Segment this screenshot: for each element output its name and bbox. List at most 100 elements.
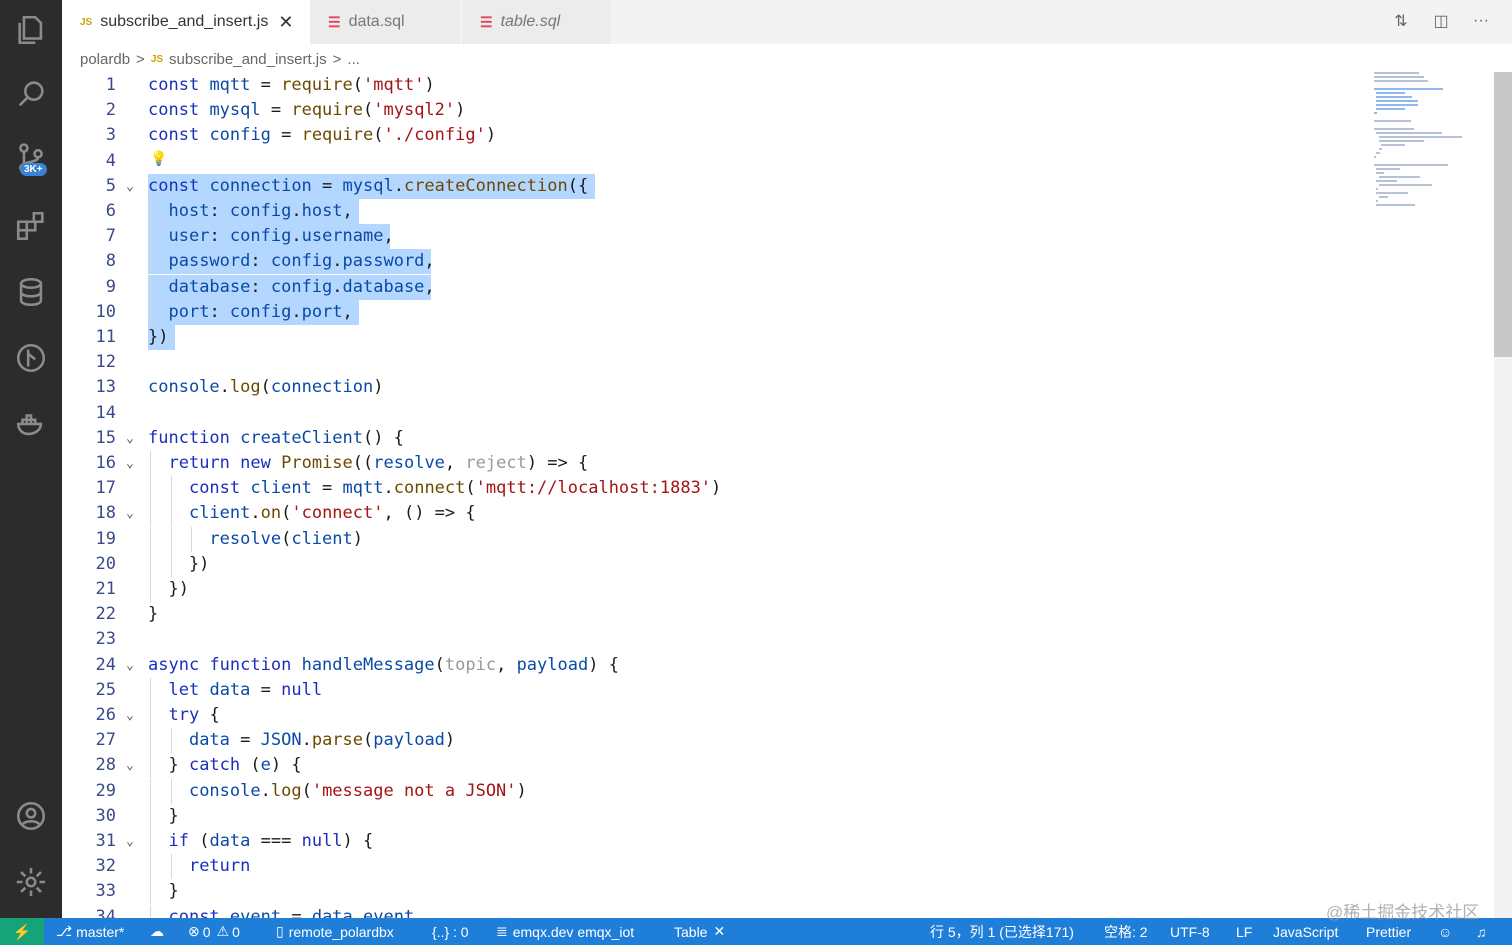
end-of-line[interactable]: LF bbox=[1236, 918, 1252, 945]
minimap-line bbox=[1374, 120, 1411, 122]
explorer-icon[interactable] bbox=[11, 10, 51, 50]
fold-chevron-icon[interactable]: ⌄ bbox=[126, 451, 134, 476]
fold-chevron-icon[interactable]: ⌄ bbox=[126, 829, 134, 854]
code-line[interactable]: 3 const config = require('./config') bbox=[62, 123, 1362, 148]
json-indicator[interactable]: {..} : 0 bbox=[432, 918, 469, 945]
code-line[interactable]: 11}) bbox=[62, 325, 1362, 350]
breadcrumb-folder[interactable]: polardb bbox=[80, 51, 130, 68]
code-line[interactable]: 17 const client = mqtt.connect('mqtt://l… bbox=[62, 476, 1362, 502]
remote-indicator-icon[interactable]: ⚡ bbox=[0, 918, 44, 945]
tab-subscribe-and-insert[interactable]: JS subscribe_and_insert.js ✕ bbox=[62, 0, 310, 44]
account-icon[interactable] bbox=[11, 796, 51, 836]
code-line[interactable]: 8 password: config.password, bbox=[62, 249, 1362, 275]
code-line[interactable]: 26 ⌄ try { bbox=[62, 703, 1362, 728]
code-line[interactable]: 15 ⌄ function createClient() { bbox=[62, 426, 1362, 451]
code-line[interactable]: 9 database: config.database, bbox=[62, 274, 1362, 300]
cursor-position[interactable]: 行 5，列 1 (已选择171) bbox=[930, 918, 1074, 945]
minimap-line bbox=[1378, 136, 1462, 138]
problems-indicator[interactable]: ⊗ 0 ⚠ 0 bbox=[188, 918, 240, 945]
code-text: let data = null bbox=[168, 679, 323, 700]
minimap-line bbox=[1376, 200, 1378, 202]
search-icon[interactable] bbox=[11, 74, 51, 114]
fold-chevron-icon[interactable]: ⌄ bbox=[126, 703, 134, 728]
docker-icon[interactable] bbox=[11, 404, 51, 444]
code-line[interactable]: 20 }) bbox=[62, 551, 1362, 577]
code-line[interactable]: 12 bbox=[62, 350, 1362, 375]
git-graph-icon[interactable] bbox=[11, 338, 51, 378]
sync-icon[interactable]: ☁ bbox=[150, 918, 164, 945]
code-line[interactable]: 10 port: config.port, bbox=[62, 299, 1362, 325]
tab-table-sql[interactable]: ☰ table.sql bbox=[462, 0, 610, 44]
line-number: 24 bbox=[95, 654, 116, 675]
compare-changes-icon[interactable]: ⇅ bbox=[1390, 10, 1412, 32]
more-actions-icon[interactable]: ··· bbox=[1470, 10, 1492, 32]
line-number: 3 bbox=[105, 125, 116, 146]
settings-gear-icon[interactable] bbox=[11, 862, 51, 902]
fold-chevron-icon[interactable]: ⌄ bbox=[126, 753, 134, 778]
code-line[interactable]: 7 user: config.username, bbox=[62, 224, 1362, 250]
indentation[interactable]: 空格: 2 bbox=[1104, 918, 1148, 945]
code-line[interactable]: 22} bbox=[62, 602, 1362, 627]
minimap-line bbox=[1376, 172, 1385, 174]
minimap-line bbox=[1374, 72, 1419, 74]
fold-chevron-icon[interactable]: ⌄ bbox=[126, 174, 134, 199]
code-line[interactable]: 34 const event = data.event bbox=[62, 904, 1362, 918]
code-text: return new Promise((resolve, reject) => … bbox=[168, 453, 589, 473]
tab-label: data.sql bbox=[348, 13, 405, 30]
line-number: 4 bbox=[105, 150, 116, 171]
code-line[interactable]: 29 console.log('message not a JSON') bbox=[62, 778, 1362, 804]
fold-chevron-icon[interactable]: ⌄ bbox=[126, 426, 134, 451]
code-line[interactable]: 28 ⌄ } catch (e) { bbox=[62, 753, 1362, 779]
code-line[interactable]: 14 bbox=[62, 401, 1362, 426]
extensions-icon[interactable] bbox=[11, 206, 51, 246]
code-line[interactable]: 33 } bbox=[62, 879, 1362, 905]
code-line[interactable]: 23 bbox=[62, 627, 1362, 652]
remote-connection[interactable]: ▯ remote_polardbx bbox=[276, 918, 394, 945]
line-number: 26 bbox=[95, 705, 116, 725]
code-line[interactable]: 2 const mysql = require('mysql2') bbox=[62, 98, 1362, 123]
line-number: 7 bbox=[105, 226, 116, 247]
code-line[interactable]: 30 } bbox=[62, 803, 1362, 829]
fold-chevron-icon[interactable]: ⌄ bbox=[126, 501, 134, 526]
breadcrumb-more[interactable]: ... bbox=[347, 51, 360, 68]
code-line[interactable]: 1 const mqtt = require('mqtt') bbox=[62, 73, 1362, 98]
code-line[interactable]: 6 host: config.host, bbox=[62, 199, 1362, 224]
code-line[interactable]: 32 return bbox=[62, 854, 1362, 880]
code-line[interactable]: 31 ⌄ if (data === null) { bbox=[62, 829, 1362, 854]
branch-indicator[interactable]: ⎇ master* bbox=[56, 918, 124, 945]
code-line[interactable]: 19 resolve(client) bbox=[62, 526, 1362, 552]
code-line[interactable]: 13 console.log(connection) bbox=[62, 375, 1362, 400]
code-line[interactable]: 21 }) bbox=[62, 577, 1362, 602]
line-number: 2 bbox=[105, 100, 116, 121]
breadcrumb-file[interactable]: subscribe_and_insert.js bbox=[169, 51, 327, 68]
database-icon[interactable] bbox=[11, 272, 51, 312]
code-line[interactable]: 27 data = JSON.parse(payload) bbox=[62, 728, 1362, 754]
encoding[interactable]: UTF-8 bbox=[1170, 918, 1210, 945]
split-editor-icon[interactable]: ◫ bbox=[1430, 10, 1452, 32]
tab-data-sql[interactable]: ☰ data.sql bbox=[310, 0, 460, 44]
code-line[interactable]: 25 let data = null bbox=[62, 677, 1362, 703]
code-editor[interactable]: 1 const mqtt = require('mqtt') 2 const mysq… bbox=[62, 72, 1492, 918]
close-icon[interactable]: ✕ bbox=[713, 923, 725, 940]
lightbulb-icon[interactable]: 💡 bbox=[150, 150, 167, 167]
code-text: console.log(connection) bbox=[148, 377, 384, 398]
line-number: 17 bbox=[95, 478, 116, 499]
fold-chevron-icon[interactable]: ⌄ bbox=[126, 653, 134, 678]
code-line[interactable]: 4 bbox=[62, 149, 1362, 174]
db-connection[interactable]: ≣ emqx.dev emqx_iot bbox=[496, 918, 634, 945]
table-indicator[interactable]: Table ✕ bbox=[674, 918, 725, 945]
code-line[interactable]: 18 ⌄ client.on('connect', () => { bbox=[62, 501, 1362, 527]
code-line[interactable]: 24 ⌄ async function handleMessage(topic, p… bbox=[62, 653, 1362, 678]
minimap-line bbox=[1378, 148, 1382, 150]
code-text: data = JSON.parse(payload) bbox=[188, 730, 456, 751]
code-line[interactable]: 5 ⌄ const connection = mysql.createConnect… bbox=[62, 173, 1362, 199]
minimap-line bbox=[1374, 128, 1414, 130]
source-control-badge: 3K+ bbox=[20, 163, 47, 176]
close-icon[interactable]: ✕ bbox=[278, 12, 293, 33]
code-line[interactable]: 16 ⌄ return new Promise((resolve, reject)… bbox=[62, 451, 1362, 476]
vertical-scrollbar-thumb[interactable] bbox=[1494, 72, 1512, 357]
minimap-line bbox=[1376, 204, 1415, 206]
error-icon: ⊗ bbox=[188, 923, 200, 939]
minimap[interactable] bbox=[1370, 70, 1495, 220]
line-number: 22 bbox=[95, 604, 116, 625]
